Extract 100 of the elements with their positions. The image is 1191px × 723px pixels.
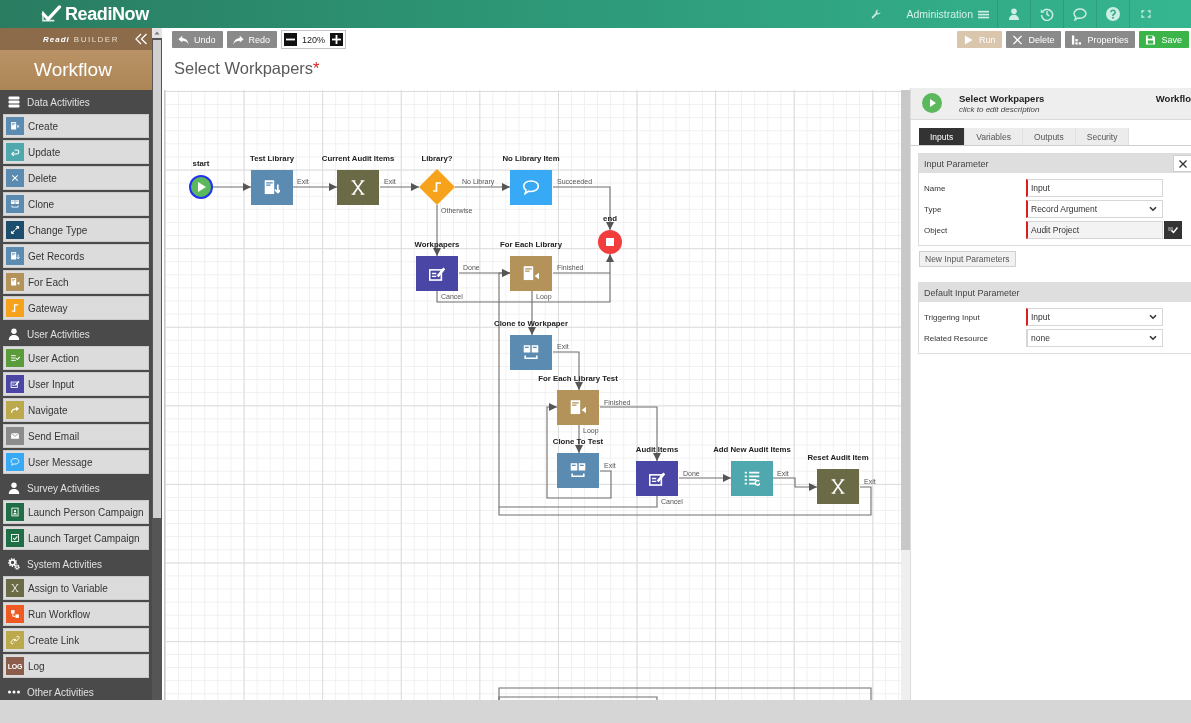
activity-item[interactable]: Update <box>3 140 149 164</box>
start-node[interactable] <box>189 175 213 199</box>
document-icon <box>570 400 586 415</box>
gears-icon <box>8 558 20 570</box>
close-button[interactable] <box>1173 155 1191 172</box>
item-label: Log <box>28 660 45 672</box>
double-chevron-icon[interactable] <box>134 33 148 45</box>
tab[interactable]: Outputs <box>1022 128 1076 145</box>
type-label: Workflo <box>1155 93 1191 104</box>
pencil-icon <box>649 473 665 486</box>
redo-icon <box>232 34 244 45</box>
tab[interactable]: Variables <box>965 128 1023 145</box>
activity-item[interactable]: Launch Person Campaign <box>3 500 149 524</box>
item-label: User Input <box>28 378 75 390</box>
new-parameter-button[interactable]: New Input Parameters <box>919 251 1016 267</box>
sidebar-title: Workflow <box>0 50 152 90</box>
product-text: BUILDER <box>73 34 119 44</box>
document-icon <box>264 180 281 195</box>
field-label: Name <box>924 183 947 193</box>
activity-item[interactable]: Send Email <box>3 424 149 448</box>
activity-node[interactable] <box>557 453 599 488</box>
connector <box>292 183 338 191</box>
documents-icon <box>6 195 24 213</box>
history-icon[interactable] <box>1040 7 1054 21</box>
activity-node[interactable] <box>636 461 678 496</box>
item-label: Delete <box>28 172 57 184</box>
document-icon <box>6 273 24 291</box>
item-label: User Message <box>28 456 93 468</box>
checkmark-logo-icon <box>40 5 62 23</box>
dropdown-field[interactable]: Record Argument <box>1026 200 1163 218</box>
activity-item[interactable]: Clone <box>3 192 149 216</box>
cross-icon <box>831 479 845 494</box>
scrollbar-thumb[interactable] <box>153 40 161 518</box>
activity-item[interactable]: User Input <box>3 372 149 396</box>
pencil-icon <box>429 268 445 281</box>
activity-item[interactable]: Run Workflow <box>3 602 149 626</box>
activity-node[interactable] <box>510 170 552 205</box>
activity-item[interactable]: Change Type <box>3 218 149 242</box>
gateway-node[interactable] <box>419 169 455 205</box>
cross-icon <box>1012 34 1024 45</box>
activity-item[interactable]: Create <box>3 114 149 138</box>
activity-node[interactable] <box>510 335 552 370</box>
scrollbar-thumb[interactable] <box>901 90 910 550</box>
connector <box>212 183 252 191</box>
zoom-out-button[interactable] <box>284 33 298 46</box>
section-title: Default Input Parameter <box>924 287 1020 298</box>
checkbox-icon <box>6 529 24 547</box>
activity-item[interactable]: User Action <box>3 346 149 370</box>
activity-node[interactable] <box>416 256 458 291</box>
activity-item[interactable]: Gateway <box>3 296 149 320</box>
item-label: Send Email <box>28 430 80 442</box>
documents-icon <box>523 345 539 359</box>
stop-icon <box>606 238 614 246</box>
item-label: Update <box>28 146 61 158</box>
chevron-down-icon <box>1149 206 1157 212</box>
wrench-icon[interactable] <box>871 9 882 19</box>
person-icon <box>8 482 20 494</box>
activity-node[interactable] <box>817 469 859 504</box>
speech-bubble-icon <box>523 180 539 194</box>
connector <box>379 183 420 191</box>
activity-item[interactable]: Create Link <box>3 628 149 652</box>
activity-item[interactable]: Delete <box>3 166 149 190</box>
item-label: Clone <box>28 198 55 210</box>
diagonal-arrows-icon <box>6 221 24 239</box>
description-text[interactable]: click to edit description <box>959 104 1156 115</box>
step-icon <box>433 183 441 191</box>
section-title: User Activities <box>27 328 90 340</box>
picker-button[interactable] <box>1164 221 1182 239</box>
document-icon <box>6 117 24 135</box>
activity-item[interactable]: Get Records <box>3 244 149 268</box>
dropdown-field[interactable]: Input <box>1026 308 1163 326</box>
activity-item[interactable]: Assign to Variable <box>3 576 149 600</box>
zoom-level: 120% <box>301 34 327 45</box>
text-field[interactable]: Input <box>1026 179 1163 197</box>
tab[interactable]: Inputs <box>919 128 966 145</box>
zoom-in-button[interactable] <box>330 33 344 46</box>
item-label: Navigate <box>28 404 68 416</box>
lookup-field[interactable]: Audit Project <box>1026 221 1163 239</box>
dropdown-field[interactable]: none <box>1026 329 1163 347</box>
undo-icon <box>178 34 189 45</box>
activity-node[interactable] <box>337 170 379 205</box>
activity-node[interactable] <box>510 256 552 291</box>
activity-item[interactable]: User Message <box>3 450 149 474</box>
activity-item[interactable]: For Each <box>3 270 149 294</box>
help-icon[interactable] <box>1106 7 1120 21</box>
cross-icon <box>6 579 24 597</box>
expand-icon[interactable] <box>1141 10 1151 18</box>
page-title: Select Workpapers <box>174 59 314 78</box>
person-icon[interactable] <box>1008 8 1020 20</box>
tab[interactable]: Security <box>1075 128 1130 145</box>
item-label: Run Workflow <box>28 608 91 620</box>
field-label: Object <box>924 225 949 235</box>
brand-text: Readi <box>43 34 70 44</box>
section-title: Input Parameter <box>924 158 989 169</box>
chat-icon[interactable] <box>1073 7 1087 21</box>
activity-node[interactable] <box>731 461 773 496</box>
activity-item[interactable]: Launch Target Campaign <box>3 526 149 550</box>
field-label: Triggering Input <box>924 312 981 322</box>
activity-item[interactable]: Navigate <box>3 398 149 422</box>
close-icon <box>1178 159 1187 168</box>
